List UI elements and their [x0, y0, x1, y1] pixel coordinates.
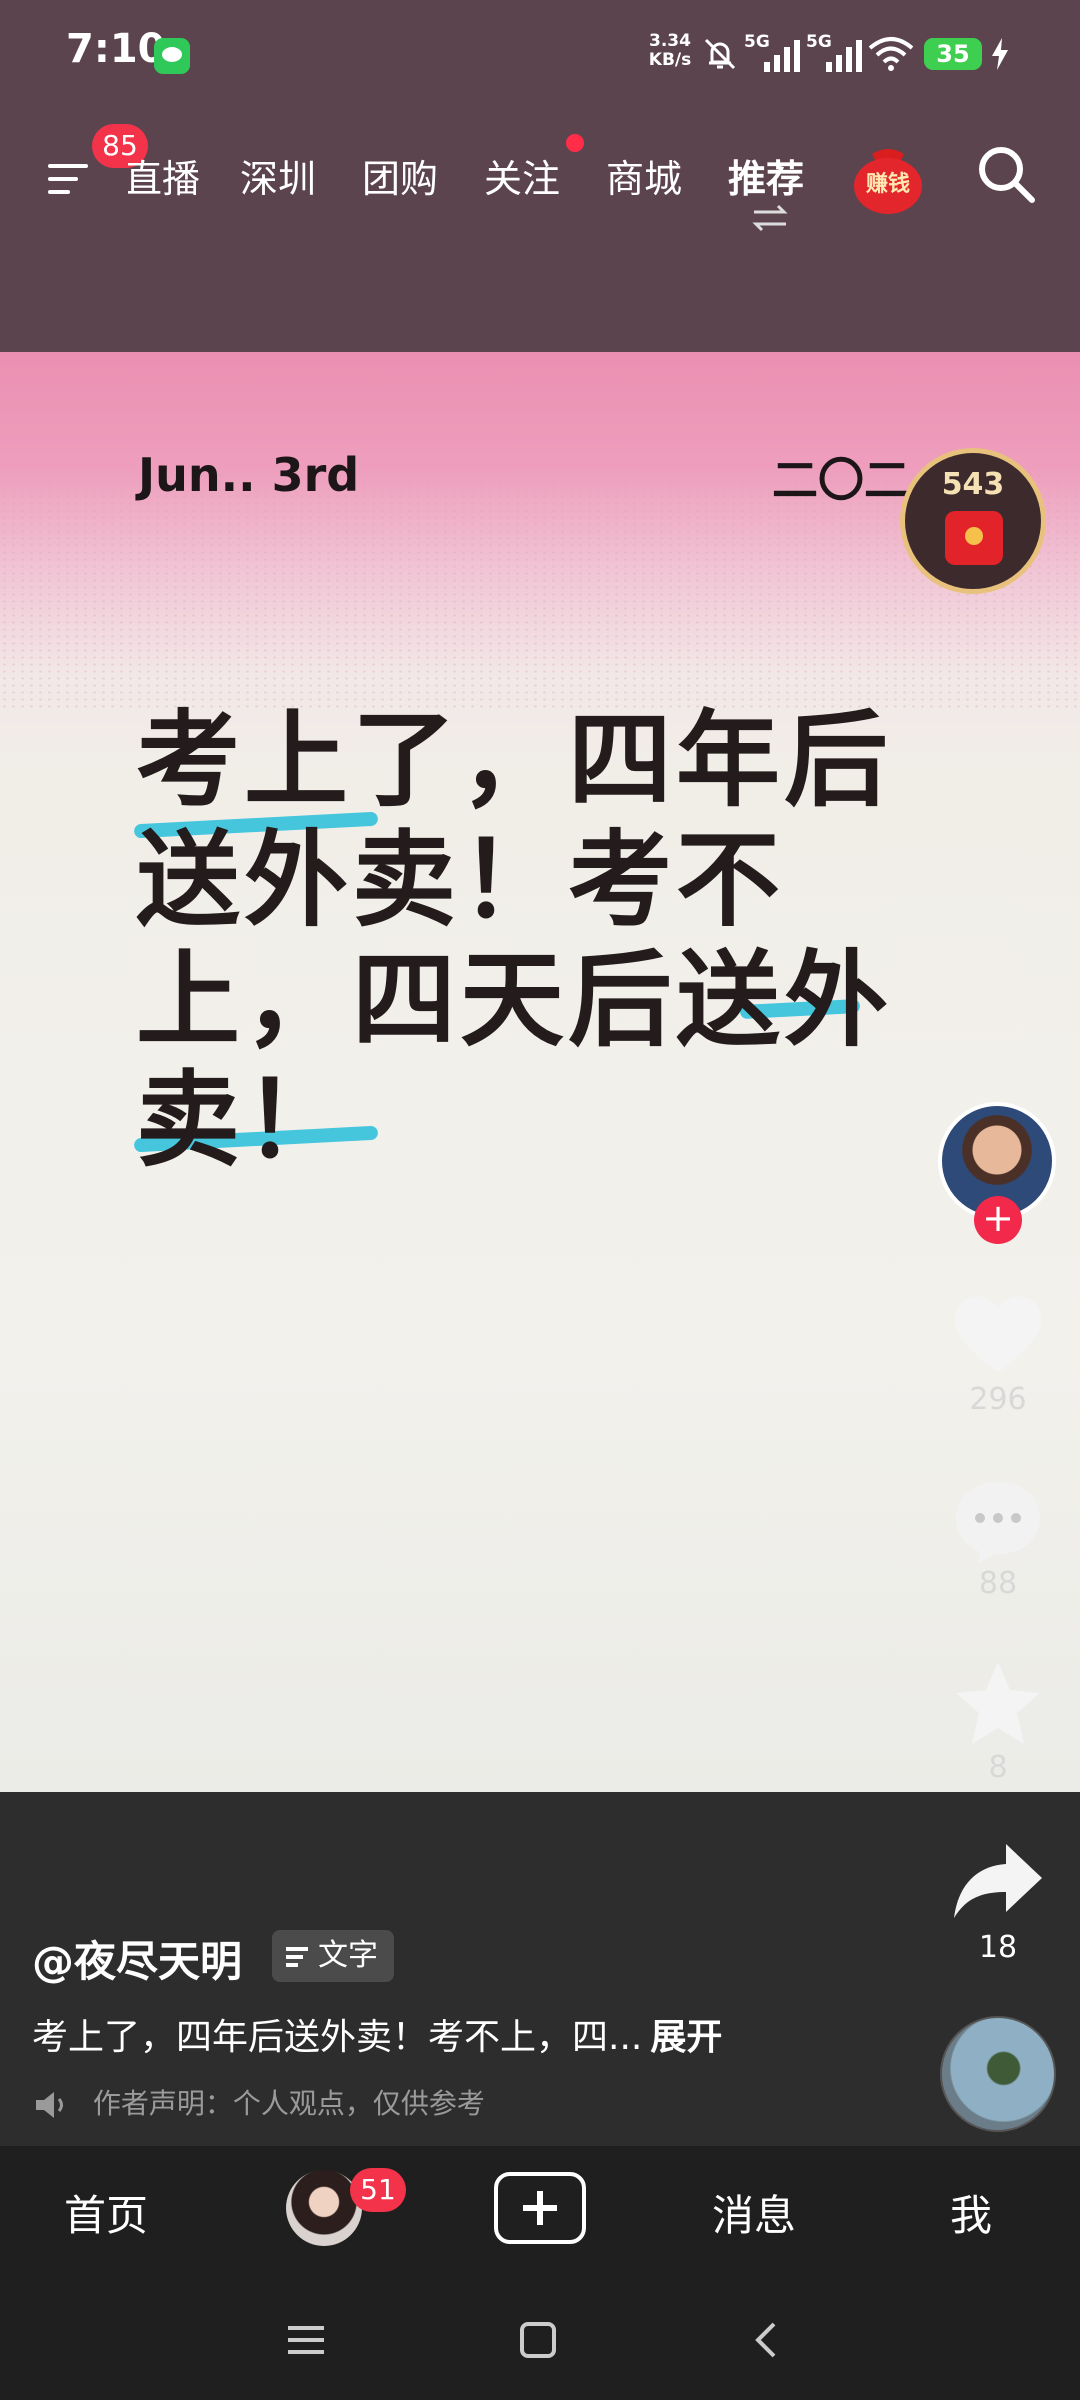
- tab-me[interactable]: 我: [950, 2182, 992, 2243]
- swap-icon: [752, 204, 788, 232]
- red-packet-count: 543: [941, 467, 1005, 502]
- tab-group-buy[interactable]: 团购: [362, 148, 438, 203]
- follow-button[interactable]: +: [974, 1196, 1022, 1244]
- video-info-panel: @夜尽天明 文字 考上了，四年后送外卖！考不上，四... 展开 作者声明：个人观点…: [0, 1792, 1080, 2146]
- following-dot: [566, 134, 584, 152]
- tab-following[interactable]: 关注: [484, 148, 560, 203]
- back-icon[interactable]: [746, 2318, 790, 2362]
- tab-city[interactable]: 深圳: [240, 148, 316, 203]
- publish-button[interactable]: [494, 2172, 586, 2244]
- status-time: 7:10: [66, 26, 166, 72]
- author-declaration: 作者声明：个人观点，仅供参考: [32, 2082, 485, 2122]
- net-speed-value: 3.34: [649, 31, 691, 51]
- bottom-tab-bar: 首页 51 消息 我: [0, 2146, 1080, 2280]
- menu-icon[interactable]: [44, 154, 94, 204]
- signal-icon: 5G: [806, 32, 868, 74]
- bell-muted-icon: [704, 38, 736, 70]
- heart-icon[interactable]: [948, 1286, 1048, 1378]
- tab-live[interactable]: 直播: [128, 148, 200, 203]
- share-icon[interactable]: [948, 1836, 1048, 1928]
- red-packet-icon: [945, 511, 1003, 565]
- video-caption[interactable]: 考上了，四年后送外卖！考不上，四... 展开: [32, 2008, 722, 2060]
- music-disc[interactable]: [940, 2016, 1056, 2132]
- video-date-en: Jun.. 3rd: [138, 448, 360, 502]
- comment-icon[interactable]: [948, 1474, 1048, 1566]
- net-speed: 3.34 KB/s: [648, 32, 692, 70]
- comment-count: 88: [978, 1566, 1018, 1601]
- battery-icon: 35: [924, 38, 982, 70]
- charging-icon: [992, 38, 1008, 70]
- plus-icon: [523, 2191, 557, 2225]
- text-lines-icon: [286, 1947, 308, 1967]
- message-app-icon: [154, 38, 190, 74]
- text-tag[interactable]: 文字: [272, 1930, 394, 1982]
- declaration-text: 作者声明：个人观点，仅供参考: [92, 2087, 485, 2120]
- tab-recommend[interactable]: 推荐: [728, 148, 804, 203]
- home-icon[interactable]: [516, 2318, 560, 2362]
- top-area: 7:10 3.34 KB/s 5G 5G 35 85 直播 深圳 团购 关注 商…: [0, 0, 1080, 352]
- search-icon[interactable]: [974, 142, 1038, 206]
- share-count: 18: [978, 1930, 1018, 1965]
- status-bar: 7:10 3.34 KB/s 5G 5G 35: [0, 0, 1080, 110]
- recents-icon[interactable]: [284, 2318, 328, 2362]
- author-name[interactable]: @夜尽天明: [32, 1928, 242, 1989]
- star-icon[interactable]: [948, 1658, 1048, 1750]
- tab-mall[interactable]: 商城: [606, 148, 682, 203]
- friends-badge: 51: [350, 2168, 406, 2212]
- favorite-count: 8: [988, 1750, 1008, 1785]
- red-packet-widget[interactable]: 543: [900, 448, 1046, 594]
- system-nav-bar: [0, 2280, 1080, 2400]
- tab-messages[interactable]: 消息: [712, 2182, 796, 2243]
- caption-text: 考上了，四年后送外卖！考不上，四...: [32, 2017, 643, 2058]
- earn-money-label: 赚钱: [865, 172, 910, 197]
- speaker-icon: [36, 2092, 63, 2118]
- wifi-icon: [868, 37, 914, 71]
- like-count: 296: [969, 1382, 1027, 1417]
- tab-home[interactable]: 首页: [64, 2182, 148, 2243]
- signal-icon: 5G: [744, 32, 806, 74]
- net-speed-unit: KB/s: [648, 50, 692, 70]
- text-tag-label: 文字: [318, 1938, 378, 1973]
- expand-button[interactable]: 展开: [650, 2017, 722, 2058]
- video-main-text: 考上了，四年后送外卖！考不上，四天后送外卖！: [136, 699, 893, 1181]
